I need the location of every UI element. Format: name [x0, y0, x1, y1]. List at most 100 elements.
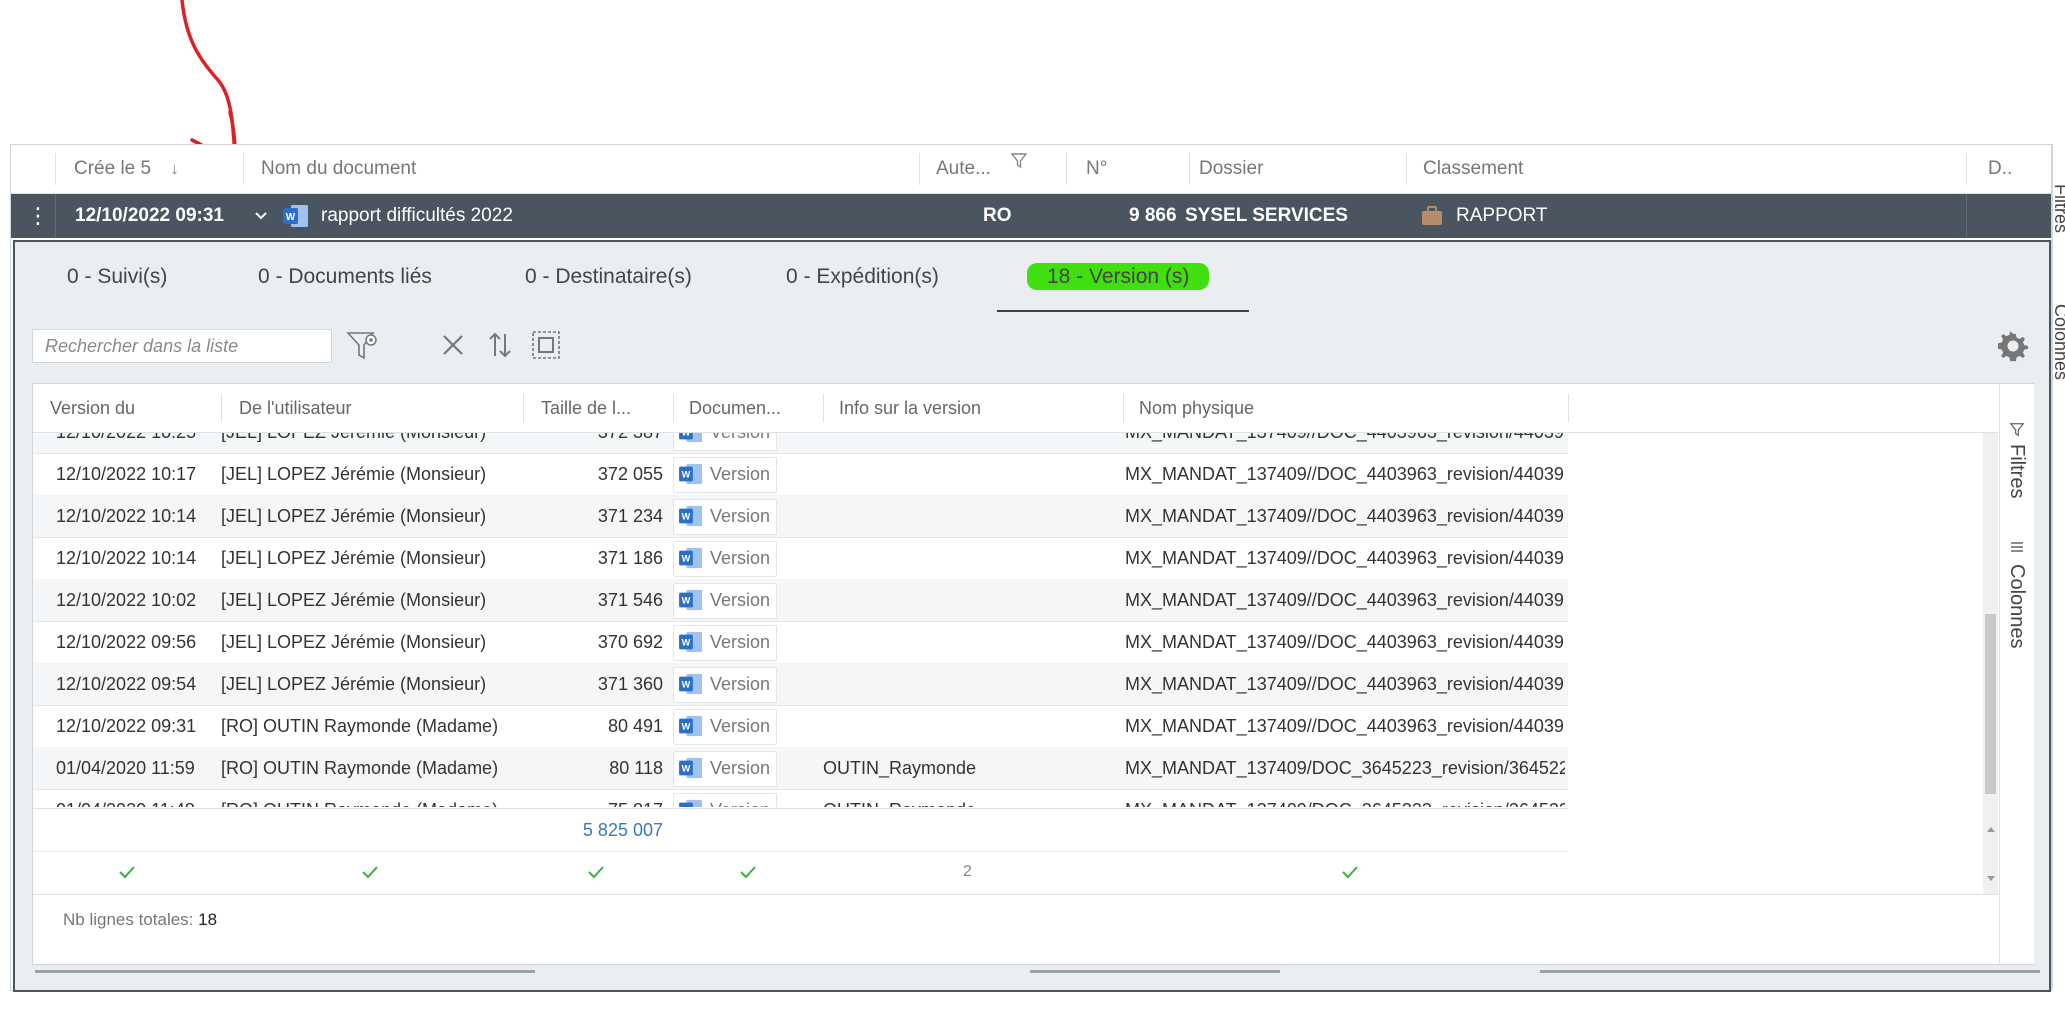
versions-rows: 12/10/2022 10:25 [JEL] LOPEZ Jérémie (Mo…	[33, 433, 1568, 807]
total-rows-label: Nb lignes totales:	[63, 910, 194, 929]
word-doc-icon: W	[283, 205, 308, 227]
word-doc-icon: W	[679, 589, 702, 611]
col-header-author[interactable]: Aute...	[936, 145, 1028, 193]
row-author: RO	[983, 205, 1012, 226]
svg-text:W: W	[682, 806, 691, 807]
tab-versions[interactable]: 18 - Version (s)	[996, 242, 1250, 312]
row-number: 9 866	[1129, 205, 1177, 226]
word-doc-icon: W	[679, 715, 702, 737]
col-header-doc-name[interactable]: Nom du document	[261, 145, 416, 193]
svg-text:W: W	[682, 680, 691, 690]
size-sum: 5 825 007	[582, 820, 663, 840]
filter-icon	[1010, 153, 1028, 169]
check-icon	[119, 866, 135, 879]
check-icon	[588, 866, 604, 879]
col-header-number[interactable]: N°	[1086, 145, 1107, 193]
detail-tabs: 0 - Suivi(s) 0 - Documents liés 0 - Dest…	[15, 242, 2049, 312]
svg-text:W: W	[682, 433, 691, 438]
tab-suivis[interactable]: 0 - Suivi(s)	[67, 242, 167, 312]
gear-icon[interactable]	[1997, 330, 2029, 362]
tool-panel-sidebar: Filtres Colonnes	[1999, 384, 2034, 964]
word-doc-icon: W	[679, 757, 702, 779]
check-icon	[740, 866, 756, 879]
svg-text:W: W	[286, 212, 296, 223]
versions-toolbar	[15, 312, 2049, 382]
word-doc-icon: W	[679, 547, 702, 569]
col-header-classification[interactable]: Classement	[1423, 145, 1523, 193]
table-row[interactable]: 12/10/2022 10:14 [JEL] LOPEZ Jérémie (Mo…	[33, 495, 1568, 538]
outer-filters-toggle[interactable]: Filtres	[2053, 184, 2065, 233]
columns-icon	[2011, 542, 2023, 552]
col-header-physical-name[interactable]: Nom physique	[1139, 384, 1254, 432]
word-doc-icon: W	[679, 799, 702, 807]
svg-text:W: W	[682, 470, 691, 480]
totals-row: 5 825 007	[33, 808, 1568, 852]
close-icon[interactable]	[440, 332, 466, 358]
table-row[interactable]: 12/10/2022 10:14 [JEL] LOPEZ Jérémie (Mo…	[33, 537, 1568, 580]
table-row[interactable]: 12/10/2022 09:54 [JEL] LOPEZ Jérémie (Mo…	[33, 663, 1568, 706]
col-header-document[interactable]: Documen...	[689, 384, 781, 432]
col-header-last[interactable]: D..	[1988, 145, 2012, 193]
filter-icon	[2009, 423, 2025, 437]
info-count: 2	[963, 863, 972, 880]
tab-versions-label: 18 - Version (s)	[1027, 263, 1210, 290]
sort-arrows-icon[interactable]	[487, 330, 513, 360]
table-row[interactable]: 12/10/2022 10:02 [JEL] LOPEZ Jérémie (Mo…	[33, 579, 1568, 622]
scroll-up-icon[interactable]	[1985, 824, 1997, 834]
row-doc-name[interactable]: rapport difficultés 2022	[321, 194, 513, 238]
col-header-folder[interactable]: Dossier	[1199, 145, 1263, 193]
word-doc-icon: W	[679, 433, 702, 443]
document-detail-panel: 0 - Suivi(s) 0 - Documents liés 0 - Dest…	[13, 240, 2051, 992]
svg-text:W: W	[682, 554, 691, 564]
table-row[interactable]: 12/10/2022 09:31 [RO] OUTIN Raymonde (Ma…	[33, 705, 1568, 748]
word-doc-icon: W	[679, 505, 702, 527]
check-icon	[362, 866, 378, 879]
chevron-down-icon[interactable]	[253, 208, 269, 224]
outer-columns-toggle[interactable]: Colonnes	[2053, 304, 2065, 380]
documents-grid-header: Crée le 5 ↓ Nom du document Aute... N° D…	[11, 145, 2051, 194]
search-input[interactable]	[32, 329, 332, 363]
col-header-user[interactable]: De l'utilisateur	[239, 384, 351, 432]
tab-documents-lies[interactable]: 0 - Documents liés	[258, 242, 432, 312]
tab-destinataires[interactable]: 0 - Destinataire(s)	[525, 242, 692, 312]
col-header-size[interactable]: Taille de l...	[541, 384, 631, 432]
check-icon	[1342, 866, 1358, 879]
row-menu-icon[interactable]: ⋮	[27, 194, 49, 238]
horizontal-scrollbar-end[interactable]	[1540, 970, 2040, 973]
documents-grid: Crée le 5 ↓ Nom du document Aute... N° D…	[10, 144, 2052, 992]
row-classification: RAPPORT	[1456, 205, 1548, 226]
sort-down-icon: ↓	[170, 159, 179, 178]
versions-grid: Version du De l'utilisateur Taille de l.…	[32, 383, 2034, 965]
versions-grid-header: Version du De l'utilisateur Taille de l.…	[33, 384, 1998, 433]
total-rows-value: 18	[198, 910, 218, 929]
svg-text:W: W	[682, 596, 691, 606]
filter-settings-icon[interactable]	[345, 328, 381, 364]
filters-panel-toggle[interactable]: Filtres	[2005, 444, 2028, 498]
svg-text:W: W	[682, 764, 691, 774]
document-row-selected[interactable]: ⋮ 12/10/2022 09:31 W rapport difficultés…	[11, 194, 2051, 238]
table-row[interactable]: 01/04/2020 11:59 [RO] OUTIN Raymonde (Ma…	[33, 747, 1568, 790]
columns-panel-toggle[interactable]: Colonnes	[2005, 564, 2028, 649]
horizontal-scrollbar-thumb[interactable]	[1030, 970, 1280, 973]
svg-text:W: W	[682, 638, 691, 648]
outer-tool-panel: Filtres Colonnes	[2052, 144, 2065, 989]
word-doc-icon: W	[679, 631, 702, 653]
horizontal-scrollbar[interactable]	[35, 970, 535, 973]
select-all-icon[interactable]	[531, 330, 561, 360]
col-header-info[interactable]: Info sur la version	[839, 384, 981, 432]
table-row[interactable]: 01/04/2020 11:48 [RO] OUTIN Raymonde (Ma…	[33, 789, 1568, 807]
col-header-version-du[interactable]: Version du	[50, 384, 135, 432]
table-row[interactable]: 12/10/2022 10:17 [JEL] LOPEZ Jérémie (Mo…	[33, 453, 1568, 496]
row-folder: SYSEL SERVICES	[1185, 205, 1348, 226]
checks-row: 2	[33, 851, 1568, 893]
scrollbar-thumb[interactable]	[1985, 614, 1996, 794]
tab-expeditions[interactable]: 0 - Expédition(s)	[786, 242, 939, 312]
svg-text:W: W	[682, 512, 691, 522]
col-header-created[interactable]: Crée le 5 ↓	[74, 145, 179, 193]
scroll-down-icon[interactable]	[1985, 874, 1997, 884]
row-created-date: 12/10/2022 09:31	[75, 205, 224, 226]
grid-footer: Nb lignes totales: 18	[33, 894, 1998, 964]
table-row[interactable]: 12/10/2022 10:25 [JEL] LOPEZ Jérémie (Mo…	[33, 433, 1568, 454]
briefcase-icon	[1422, 206, 1442, 225]
table-row[interactable]: 12/10/2022 09:56 [JEL] LOPEZ Jérémie (Mo…	[33, 621, 1568, 664]
